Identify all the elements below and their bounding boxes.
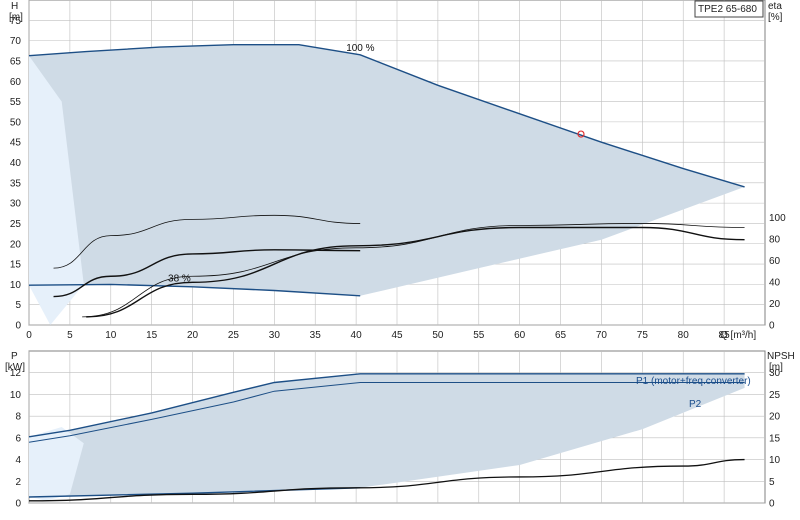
tick-label: 40 xyxy=(10,158,22,169)
tick-label: 80 xyxy=(678,330,690,341)
pump-performance-chart: 0510152025303540455055606570750204060801… xyxy=(5,0,795,510)
tick-label: 50 xyxy=(432,330,444,341)
tick-label: 0 xyxy=(26,330,32,341)
x-label-Q: Q [m³/h] xyxy=(720,330,756,341)
tick-label: 35 xyxy=(10,178,22,189)
tick-label: 35 xyxy=(310,330,322,341)
tick-label: 75 xyxy=(637,330,649,341)
y-label-P: P xyxy=(11,351,18,362)
tick-label: 40 xyxy=(769,277,781,288)
tick-label: 100 xyxy=(769,213,786,224)
tick-label: 0 xyxy=(15,499,21,510)
tick-label: 0 xyxy=(769,499,775,510)
tick-label: 15 xyxy=(769,433,781,444)
y-unit-NPSH: [m] xyxy=(769,362,783,373)
tick-label: 40 xyxy=(351,330,363,341)
model-tag: TPE2 65-680 xyxy=(698,4,757,15)
tick-label: 10 xyxy=(769,455,781,466)
tick-label: 20 xyxy=(769,299,781,310)
tick-label: 15 xyxy=(10,260,22,271)
tick-label: 50 xyxy=(10,117,22,128)
tick-label: 60 xyxy=(514,330,526,341)
tick-label: 20 xyxy=(187,330,199,341)
tick-label: 4 xyxy=(15,455,21,466)
tick-label: 10 xyxy=(10,280,22,291)
tick-label: 80 xyxy=(769,234,781,245)
y-label-NPSH: NPSH xyxy=(767,351,795,362)
y-unit-eta: [%] xyxy=(768,12,783,23)
annotation-100-percent: 100 % xyxy=(346,43,374,54)
tick-label: 10 xyxy=(10,390,22,401)
tick-label: 25 xyxy=(769,390,781,401)
tick-label: 10 xyxy=(105,330,117,341)
annotation-38-percent: 38 % xyxy=(168,273,191,284)
tick-label: 6 xyxy=(15,433,21,444)
y-label-H: H xyxy=(11,1,18,12)
tick-label: 0 xyxy=(769,321,775,332)
tick-label: 0 xyxy=(15,321,21,332)
y-unit-P: [kW] xyxy=(5,362,25,373)
y-label-eta: eta xyxy=(768,1,782,12)
tick-label: 70 xyxy=(596,330,608,341)
tick-label: 5 xyxy=(67,330,73,341)
tick-label: 60 xyxy=(10,77,22,88)
tick-label: 30 xyxy=(10,199,22,210)
tick-label: 65 xyxy=(10,56,22,67)
tick-label: 30 xyxy=(269,330,281,341)
tick-label: 60 xyxy=(769,256,781,267)
y-unit-H: [m] xyxy=(9,12,23,23)
tick-label: 45 xyxy=(391,330,403,341)
tick-label: 65 xyxy=(555,330,567,341)
tick-label: 2 xyxy=(15,477,21,488)
tick-label: 8 xyxy=(15,412,21,423)
tick-label: 25 xyxy=(10,219,22,230)
legend-p1: P1 (motor+freq.converter) xyxy=(636,376,751,387)
tick-label: 55 xyxy=(473,330,485,341)
tick-label: 20 xyxy=(769,412,781,423)
tick-label: 5 xyxy=(769,477,775,488)
tick-label: 15 xyxy=(146,330,158,341)
tick-label: 45 xyxy=(10,138,22,149)
tick-label: 5 xyxy=(15,300,21,311)
tick-label: 55 xyxy=(10,97,22,108)
legend-p2: P2 xyxy=(689,399,702,410)
tick-label: 70 xyxy=(10,36,22,47)
tick-label: 25 xyxy=(228,330,240,341)
tick-label: 20 xyxy=(10,239,22,250)
